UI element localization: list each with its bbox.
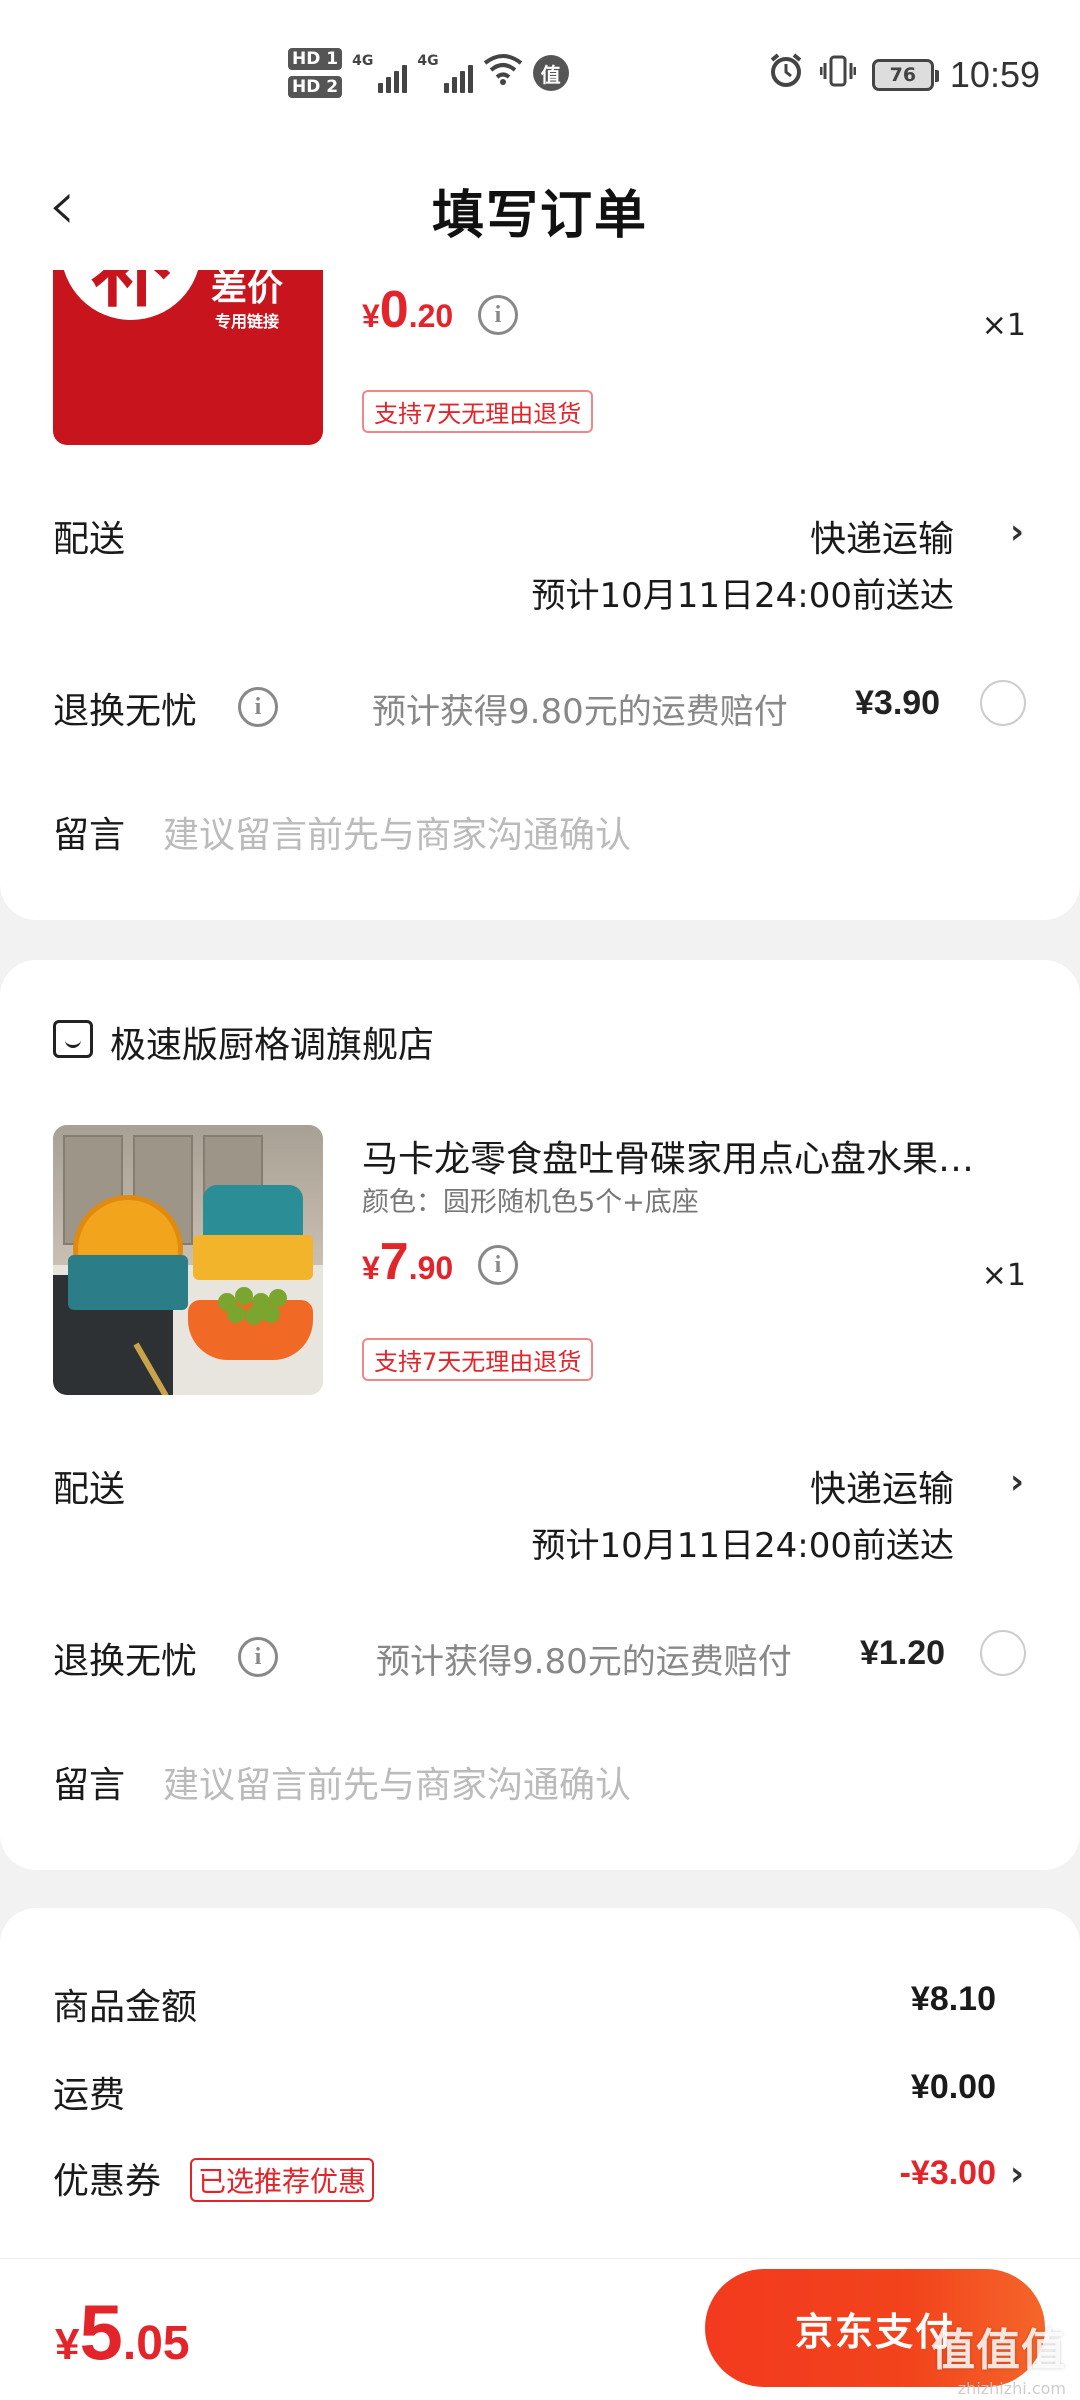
delivery-eta-2: 预计10月11日24:00前送达 [531,1526,954,1566]
insurance-label-2: 退换无忧 [53,1641,198,1682]
hd-indicators: HD 1 HD 2 [288,48,343,98]
quantity: ×1 [981,308,1026,343]
store-icon [53,1020,93,1058]
watermark-logo: 值值值 [931,2325,1066,2376]
delivery-method-2[interactable]: 快递运输 [810,1460,954,1512]
return-policy-tag-2: 支持7天无理由退货 [362,1338,594,1381]
status-bar: HD 1 HD 2 4G 4G 值 76 10:59 [0,0,1080,145]
coupon-tag: 已选推荐优惠 [190,2158,375,2202]
shipping-fee-label: 运费 [53,2075,126,2116]
price-int: 0 [379,281,409,339]
order-card-2: 极速版厨格调旗舰店 马卡龙零食盘吐骨碟家用点心盘水果… 颜色：圆形随机色5个+底… [0,960,1080,1870]
insurance-label: 退换无忧 [53,691,198,732]
insurance-price: ¥3.90 [855,684,941,722]
delivery-method[interactable]: 快递运输 [810,510,954,562]
goods-amount-label: 商品金额 [53,1987,198,2028]
total-int: 5 [79,2288,123,2376]
price-yen: ¥ [362,298,380,334]
clock: 10:59 [949,53,1040,95]
signal-2-icon: 4G [417,53,473,93]
coupon-value[interactable]: -¥3.00 [900,2154,996,2193]
product-title[interactable]: 马卡龙零食盘吐骨碟家用点心盘水果… [362,1130,1024,1182]
price-summary-card: 商品金额 ¥8.10 运费 ¥0.00 优惠券 已选推荐优惠 -¥3.00 › [0,1908,1080,2268]
hd1-icon: HD 1 [288,48,343,70]
checkout-bar: ¥5.05 京东支付 值值值 zhizhizhi.com [0,2258,1080,2400]
thumb-small-text: 专用链接 [215,312,280,331]
total-dec: .05 [122,2317,190,2370]
shipping-fee-value: ¥0.00 [910,2068,996,2106]
insurance-radio-2[interactable] [980,1630,1026,1676]
insurance-desc: 预计获得9.80元的运费赔付 [372,692,788,732]
insurance-radio[interactable] [980,680,1026,726]
wifi-icon [483,53,523,94]
page-header: ‹ 填写订单 [0,145,1080,270]
hd2-icon: HD 2 [288,76,343,98]
delivery-label: 配送 [53,519,126,560]
goods-amount-value: ¥8.10 [910,1980,996,2018]
product-spec: 颜色：圆形随机色5个+底座 [362,1187,699,1218]
chevron-right-icon[interactable]: › [1010,512,1024,552]
message-input-2[interactable]: 建议留言前先与商家沟通确认 [163,1756,631,1808]
status-left: HD 1 HD 2 4G 4G 值 [288,48,569,98]
price-int-2: 7 [379,1233,409,1291]
chevron-right-icon[interactable]: › [1010,1462,1024,1502]
delivery-label-2: 配送 [53,1469,126,1510]
message-input[interactable]: 建议留言前先与商家沟通确认 [163,806,631,858]
zhi-app-icon: 值 [532,55,569,91]
net-type-1: 4G [352,53,374,69]
return-policy-tag: 支持7天无理由退货 [362,390,594,433]
net-type-2: 4G [417,53,439,69]
watermark-url: zhizhizhi.com [957,2379,1066,2398]
price-info-icon-2[interactable]: i [478,1245,518,1285]
status-right: 76 10:59 [768,52,1040,97]
product-image-plates[interactable] [53,1125,323,1395]
price-info-icon[interactable]: i [478,295,518,335]
chevron-right-icon[interactable]: › [1010,2154,1024,2194]
store-name[interactable]: 极速版厨格调旗舰店 [110,1016,434,1068]
vibrate-icon [819,54,857,96]
total-price: ¥5.05 [55,2287,190,2378]
page-title: 填写订单 [431,186,648,246]
product-price-2: ¥7.90 [362,1232,453,1292]
alarm-icon [768,52,804,97]
quantity-2: ×1 [981,1258,1026,1293]
insurance-info-icon-2[interactable]: i [238,1637,278,1677]
price-dec-2: .90 [408,1250,454,1286]
insurance-price-2: ¥1.20 [860,1634,946,1672]
price-dec: .20 [408,298,454,334]
product-price: ¥0.20 [362,280,453,340]
insurance-info-icon[interactable]: i [238,687,278,727]
signal-1-icon: 4G [352,53,408,93]
message-label-2: 留言 [53,1765,126,1806]
insurance-desc-2: 预计获得9.80元的运费赔付 [376,1642,792,1682]
price-yen-2: ¥ [362,1250,380,1286]
thumb-line-2: 差价 [211,268,284,309]
message-label: 留言 [53,815,126,856]
battery-icon: 76 [871,58,939,91]
delivery-eta: 预计10月11日24:00前送达 [531,576,954,616]
total-yen: ¥ [55,2320,80,2369]
coupon-label: 优惠券 [53,2161,162,2202]
order-card-1: 补 邮费 差价 专用链接 ¥0.20 i ×1 支持7天无理由退货 配送 快递运… [0,230,1080,920]
